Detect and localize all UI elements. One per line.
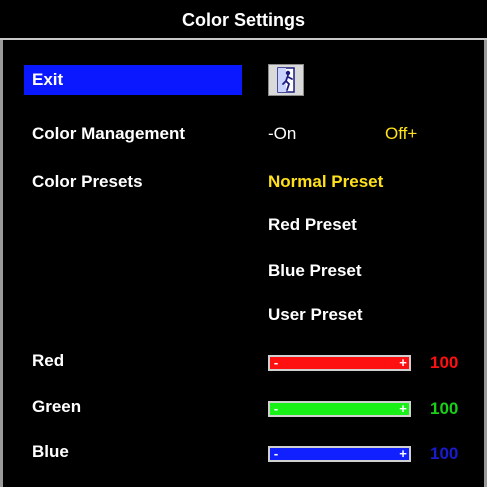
page-title: Color Settings (181, 10, 305, 30)
red-slider-fill (270, 357, 409, 369)
red-label[interactable]: Red (32, 351, 64, 371)
preset-option-red[interactable]: Red Preset (268, 215, 357, 235)
blue-slider[interactable]: - + (268, 446, 411, 462)
preset-option-blue[interactable]: Blue Preset (268, 261, 362, 281)
red-decrease-icon[interactable]: - (270, 355, 282, 371)
green-slider[interactable]: - + (268, 401, 411, 417)
red-value: 100 (430, 353, 459, 372)
green-value: 100 (430, 399, 459, 418)
blue-decrease-icon[interactable]: - (270, 446, 282, 462)
exit-label: Exit (32, 70, 64, 89)
blue-value: 100 (430, 444, 459, 463)
red-increase-icon[interactable]: + (397, 355, 409, 371)
green-decrease-icon[interactable]: - (270, 401, 282, 417)
color-management-label[interactable]: Color Management (32, 124, 185, 144)
red-slider[interactable]: - + (268, 355, 411, 371)
green-increase-icon[interactable]: + (397, 401, 409, 417)
preset-option-user[interactable]: User Preset (268, 305, 363, 325)
blue-increase-icon[interactable]: + (397, 446, 409, 462)
exit-door-graphic (277, 67, 295, 93)
exit-door-icon[interactable] (268, 64, 304, 96)
color-management-on-option[interactable]: -On (268, 124, 296, 144)
title-bar: Color Settings (0, 0, 487, 40)
preset-option-normal[interactable]: Normal Preset (268, 172, 383, 192)
green-label[interactable]: Green (32, 397, 81, 417)
blue-label[interactable]: Blue (32, 442, 69, 462)
exit-menu-item[interactable]: Exit (24, 65, 242, 95)
color-presets-label[interactable]: Color Presets (32, 172, 143, 192)
left-border (0, 40, 3, 487)
color-management-off-option[interactable]: Off+ (385, 124, 417, 144)
osd-menu: Color Settings Exit Color Management -On… (0, 0, 487, 487)
blue-slider-fill (270, 448, 409, 460)
green-slider-fill (270, 403, 409, 415)
